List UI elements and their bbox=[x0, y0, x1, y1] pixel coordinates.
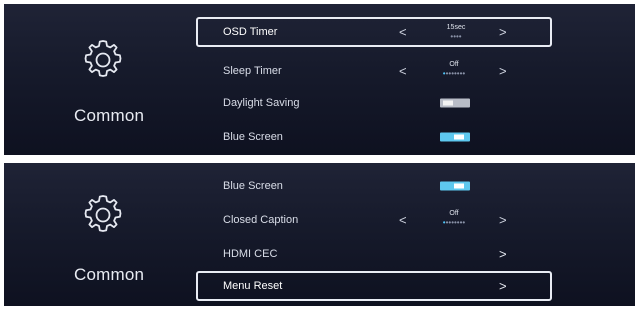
row-label: HDMI CEC bbox=[223, 248, 278, 260]
right-arrow-icon[interactable]: > bbox=[499, 65, 507, 78]
menu-row-blue-screen[interactable]: Blue Screen bbox=[196, 122, 552, 152]
chevron-right-icon[interactable]: > bbox=[499, 280, 507, 293]
value-selector: 15sec •••• bbox=[426, 23, 486, 45]
value-selector: Off •••••••• bbox=[424, 60, 484, 82]
gear-icon bbox=[81, 193, 125, 237]
row-label: OSD Timer bbox=[223, 26, 278, 38]
toggle-knob bbox=[443, 100, 453, 106]
toggle-knob bbox=[454, 134, 464, 140]
toggle-switch[interactable] bbox=[440, 132, 470, 142]
row-label: Blue Screen bbox=[223, 131, 283, 143]
menu-row-closed-caption[interactable]: Closed Caption < Off •••••••• > bbox=[196, 205, 552, 235]
row-label: Closed Caption bbox=[223, 214, 299, 226]
category-label: Common bbox=[74, 106, 145, 125]
row-label: Menu Reset bbox=[223, 280, 283, 292]
menu-row-menu-reset[interactable]: Menu Reset > bbox=[196, 271, 552, 301]
menu-row-blue-screen[interactable]: Blue Screen bbox=[196, 171, 552, 201]
gear-icon bbox=[81, 38, 125, 82]
row-label: Blue Screen bbox=[223, 180, 283, 192]
toggle-switch[interactable] bbox=[440, 181, 470, 191]
right-arrow-icon[interactable]: > bbox=[499, 26, 507, 39]
chevron-right-icon[interactable]: > bbox=[499, 248, 507, 261]
settings-panel-top: Common OSD Timer < 15sec •••• > Sleep Ti… bbox=[4, 4, 635, 155]
menu-row-daylight-saving[interactable]: Daylight Saving bbox=[196, 88, 552, 118]
value-dots: •••••••• bbox=[442, 69, 466, 78]
category-common: Common bbox=[4, 4, 184, 155]
right-arrow-icon[interactable]: > bbox=[499, 214, 507, 227]
category-common: Common bbox=[4, 163, 184, 306]
row-label: Sleep Timer bbox=[223, 65, 282, 77]
left-arrow-icon[interactable]: < bbox=[399, 65, 407, 78]
menu-row-sleep-timer[interactable]: Sleep Timer < Off •••••••• > bbox=[196, 56, 552, 86]
value-dots: •••••••• bbox=[442, 218, 466, 227]
toggle-switch[interactable] bbox=[440, 98, 470, 108]
menu-row-hdmi-cec[interactable]: HDMI CEC > bbox=[196, 239, 552, 269]
value-selector: Off •••••••• bbox=[424, 209, 484, 231]
row-label: Daylight Saving bbox=[223, 97, 300, 109]
settings-panel-bottom: Common Blue Screen Closed Caption < Off … bbox=[4, 163, 635, 306]
menu-row-osd-timer[interactable]: OSD Timer < 15sec •••• > bbox=[196, 17, 552, 47]
value-dots: •••• bbox=[450, 32, 462, 41]
left-arrow-icon[interactable]: < bbox=[399, 214, 407, 227]
toggle-knob bbox=[454, 183, 464, 189]
left-arrow-icon[interactable]: < bbox=[399, 26, 407, 39]
category-label: Common bbox=[74, 265, 145, 284]
